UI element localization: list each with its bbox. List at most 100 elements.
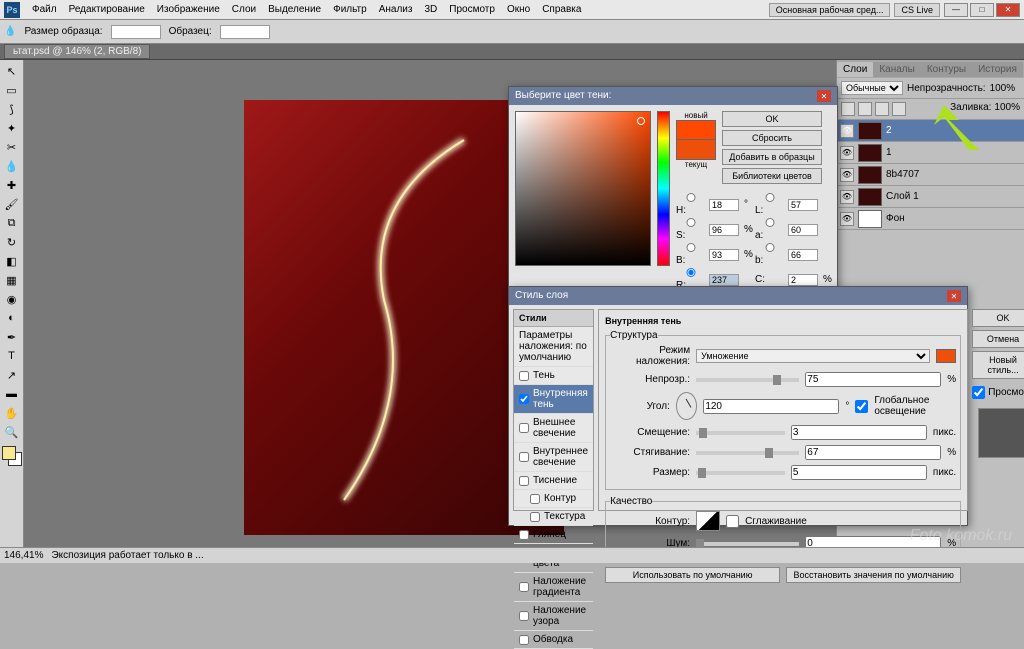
- lock-position-icon[interactable]: [875, 102, 889, 116]
- r-radio[interactable]: [676, 268, 706, 277]
- l-input[interactable]: [788, 199, 818, 211]
- layer-name[interactable]: Фон: [886, 213, 905, 224]
- menu-help[interactable]: Справка: [536, 4, 587, 15]
- path-tool[interactable]: ↗: [2, 366, 22, 384]
- visibility-icon[interactable]: 👁: [840, 168, 854, 182]
- h-radio[interactable]: [676, 193, 706, 202]
- l-radio[interactable]: [755, 193, 785, 202]
- style-item-texture[interactable]: Текстура: [514, 508, 593, 526]
- style-item-bevel[interactable]: Тиснение: [514, 472, 593, 490]
- layer-thumb[interactable]: [858, 210, 882, 228]
- global-light-checkbox[interactable]: [855, 400, 868, 413]
- layer-name[interactable]: Слой 1: [886, 191, 919, 202]
- menu-analysis[interactable]: Анализ: [373, 4, 419, 15]
- menu-select[interactable]: Выделение: [262, 4, 327, 15]
- window-minimize[interactable]: —: [944, 3, 968, 17]
- a-radio[interactable]: [755, 218, 785, 227]
- s-radio[interactable]: [676, 218, 706, 227]
- style-item-outerglow[interactable]: Внешнее свечение: [514, 414, 593, 443]
- hand-tool[interactable]: ✋: [2, 404, 22, 422]
- blend-mode-select[interactable]: Обычные: [841, 81, 903, 95]
- reset-button[interactable]: Сбросить: [722, 130, 822, 146]
- menu-file[interactable]: Файл: [26, 4, 63, 15]
- zoom-tool[interactable]: 🔍: [2, 423, 22, 441]
- visibility-icon[interactable]: 👁: [840, 190, 854, 204]
- eraser-tool[interactable]: ◧: [2, 252, 22, 270]
- choke-slider[interactable]: [696, 451, 799, 455]
- menu-3d[interactable]: 3D: [418, 4, 443, 15]
- menu-view[interactable]: Просмотр: [443, 4, 501, 15]
- style-item-contour[interactable]: Контур: [514, 490, 593, 508]
- window-close[interactable]: ✕: [996, 3, 1020, 17]
- layer-row[interactable]: 👁 8b4707: [837, 164, 1024, 186]
- marquee-tool[interactable]: ▭: [2, 81, 22, 99]
- stamp-tool[interactable]: ⧉: [2, 214, 22, 232]
- s-input[interactable]: [709, 224, 739, 236]
- new-style-button[interactable]: Новый стиль...: [972, 351, 1024, 379]
- menu-window[interactable]: Окно: [501, 4, 536, 15]
- document-tab[interactable]: ьтат.psd @ 146% (2, RGB/8): [4, 44, 150, 59]
- angle-input[interactable]: [703, 399, 839, 414]
- window-maximize[interactable]: □: [970, 3, 994, 17]
- pen-tool[interactable]: ✒: [2, 328, 22, 346]
- style-item-innershadow[interactable]: Внутренняя тень: [514, 385, 593, 414]
- bv-radio[interactable]: [676, 243, 706, 252]
- layer-thumb[interactable]: [858, 144, 882, 162]
- lock-all-icon[interactable]: [892, 102, 906, 116]
- close-icon[interactable]: ✕: [947, 290, 961, 302]
- distance-slider[interactable]: [696, 431, 785, 435]
- layer-thumb[interactable]: [858, 166, 882, 184]
- cslive-button[interactable]: CS Live: [894, 3, 940, 17]
- shadow-color-swatch[interactable]: [936, 349, 956, 363]
- layer-thumb[interactable]: [858, 188, 882, 206]
- antialias-checkbox[interactable]: [726, 515, 739, 528]
- eyedropper-tool[interactable]: 💧: [2, 157, 22, 175]
- layer-thumb[interactable]: [858, 122, 882, 140]
- c-input[interactable]: [788, 274, 818, 286]
- layer-row[interactable]: 👁 2: [837, 120, 1024, 142]
- panel-tab-layers[interactable]: Слои: [837, 62, 873, 77]
- a-input[interactable]: [788, 224, 818, 236]
- layer-row[interactable]: 👁 Слой 1: [837, 186, 1024, 208]
- noise-slider[interactable]: [696, 542, 799, 546]
- workspace-selector[interactable]: Основная рабочая сред...: [769, 3, 891, 17]
- style-item-stroke[interactable]: Обводка: [514, 631, 593, 649]
- preview-checkbox[interactable]: [972, 386, 985, 399]
- dialog-titlebar[interactable]: Выберите цвет тени: ✕: [509, 87, 837, 105]
- blend-select[interactable]: Умножение: [696, 349, 930, 363]
- styles-header[interactable]: Стили: [514, 310, 593, 327]
- b-input[interactable]: [788, 249, 818, 261]
- shape-tool[interactable]: ▬: [2, 385, 22, 403]
- color-field[interactable]: [515, 111, 651, 266]
- lock-transparency-icon[interactable]: [841, 102, 855, 116]
- zoom-level[interactable]: 146,41%: [4, 550, 43, 561]
- opacity-value[interactable]: 100%: [990, 83, 1016, 94]
- opacity-input[interactable]: [805, 372, 941, 387]
- history-brush-tool[interactable]: ↻: [2, 233, 22, 251]
- contour-picker[interactable]: [696, 511, 720, 531]
- close-icon[interactable]: ✕: [817, 90, 831, 102]
- cancel-button[interactable]: Отмена: [972, 330, 1024, 348]
- opt-sample-input[interactable]: [220, 25, 270, 39]
- wand-tool[interactable]: ✦: [2, 119, 22, 137]
- crop-tool[interactable]: ✂: [2, 138, 22, 156]
- layer-name[interactable]: 8b4707: [886, 169, 919, 180]
- style-item-blending[interactable]: Параметры наложения: по умолчанию: [514, 327, 593, 367]
- lock-pixels-icon[interactable]: [858, 102, 872, 116]
- angle-dial[interactable]: [676, 392, 697, 420]
- r-input[interactable]: [709, 274, 739, 286]
- style-item-satin[interactable]: Глянец: [514, 526, 593, 544]
- menu-image[interactable]: Изображение: [151, 4, 226, 15]
- brush-tool[interactable]: 🖌: [2, 195, 22, 213]
- dialog-titlebar[interactable]: Стиль слоя ✕: [509, 287, 967, 305]
- style-item-gradientoverlay[interactable]: Наложение градиента: [514, 573, 593, 602]
- hue-slider[interactable]: [657, 111, 670, 266]
- visibility-icon[interactable]: 👁: [840, 212, 854, 226]
- size-input[interactable]: [791, 465, 927, 480]
- layer-name[interactable]: 1: [886, 147, 892, 158]
- color-libraries-button[interactable]: Библиотеки цветов: [722, 168, 822, 184]
- dodge-tool[interactable]: ◐: [2, 309, 22, 327]
- style-item-dropshadow[interactable]: Тень: [514, 367, 593, 385]
- distance-input[interactable]: [791, 425, 927, 440]
- gradient-tool[interactable]: ▦: [2, 271, 22, 289]
